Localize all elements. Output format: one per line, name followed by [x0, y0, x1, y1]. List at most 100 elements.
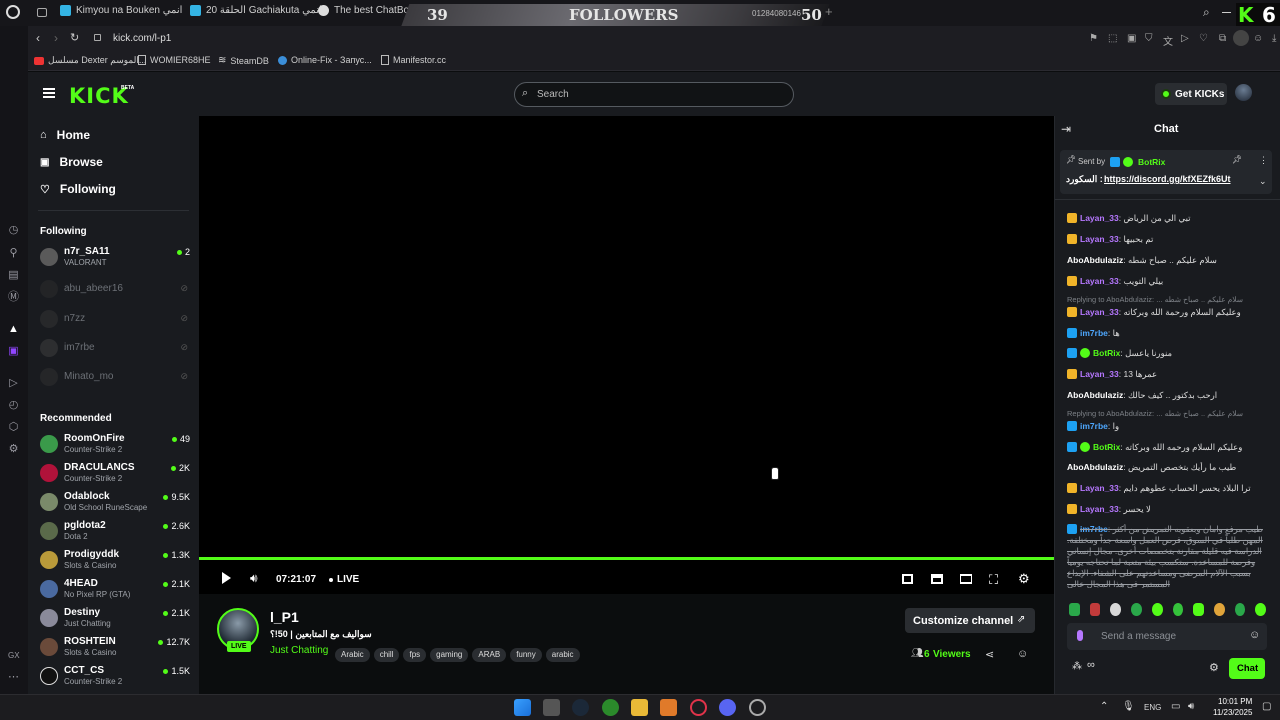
following-channel[interactable]: abu_abeer16 ⊘	[38, 277, 190, 303]
emote-icon[interactable]	[1131, 603, 1142, 616]
ext-icon[interactable]: ☺	[1253, 33, 1263, 44]
bookmark-manifestor[interactable]: Manifestor.cc	[381, 55, 446, 65]
download-icon[interactable]: ⤓	[1272, 33, 1276, 44]
nav-browse[interactable]: ▣ Browse	[40, 155, 103, 169]
bookmarks-icon[interactable]: ▤	[7, 269, 20, 282]
kick-logo[interactable]: KICK	[69, 84, 129, 108]
following-channel[interactable]: n7r_SA11 VALORANT 2	[38, 245, 190, 271]
chat-username[interactable]: Layan_33	[1080, 369, 1119, 379]
following-channel[interactable]: n7zz ⊘	[38, 307, 190, 333]
bookmark-womier[interactable]: WOMIER68HE	[138, 55, 211, 65]
pinned-message[interactable]: 📌︎ Sent by BotRix 📌︎ ⋮ السكورد : https:/…	[1060, 150, 1272, 194]
expand-chevron-icon[interactable]: ⌄	[1259, 176, 1267, 187]
xbox-icon[interactable]	[602, 699, 619, 716]
tab-gachiakuta[interactable]: 20 الحلقة Gachiakuta انمي	[190, 5, 322, 16]
reply-context[interactable]: Replying to AboAbdulaziz: ... سلام عليكم…	[1067, 295, 1243, 304]
chat-username[interactable]: Layan_33	[1080, 234, 1119, 244]
tray-chevron-icon[interactable]: ⌃	[1100, 701, 1108, 712]
emoji-icon[interactable]: ☺	[1249, 629, 1260, 641]
network-icon[interactable]: ▭	[1171, 701, 1180, 712]
mic-icon[interactable]: 🎙︎	[1122, 701, 1135, 712]
search-tabs-icon[interactable]: ⌕	[1203, 5, 1210, 20]
chat-username[interactable]: Layan_33	[1080, 276, 1119, 286]
hamburger-menu-icon[interactable]	[43, 88, 55, 98]
app-icon[interactable]	[660, 699, 677, 716]
recommended-channel[interactable]: ROSHTEIN Slots & Casino 12.7K	[38, 635, 190, 661]
tag[interactable]: fps	[403, 648, 427, 662]
follow-icon[interactable]: ☺	[1017, 648, 1028, 660]
minimize-icon[interactable]	[1222, 12, 1231, 13]
user-avatar[interactable]	[1235, 84, 1252, 101]
send-chat-button[interactable]: Chat	[1229, 658, 1265, 679]
tag[interactable]: ARAB	[472, 648, 507, 662]
chat-username[interactable]: Layan_33	[1080, 483, 1119, 493]
player-icon[interactable]: ▷	[7, 377, 20, 390]
recommended-channel[interactable]: RoomOnFire Counter-Strike 2 49	[38, 432, 190, 458]
emote-icon[interactable]	[1089, 603, 1101, 616]
tag[interactable]: chill	[373, 648, 400, 662]
clock-date[interactable]: 11/23/2025	[1213, 708, 1252, 717]
url-field[interactable]: kick.com/l-p1	[113, 33, 171, 44]
emote-icon[interactable]	[1172, 603, 1184, 616]
tag[interactable]: funny	[510, 648, 542, 662]
emote-icon[interactable]	[1234, 603, 1246, 616]
clip-icon[interactable]	[902, 574, 913, 584]
emote-icon[interactable]	[1255, 603, 1267, 616]
pinned-more-icon[interactable]: ⋮	[1259, 155, 1268, 166]
kick-app-icon[interactable]: ▲	[7, 323, 20, 336]
new-tab-icon[interactable]: +	[825, 4, 833, 19]
microphone-icon[interactable]	[1077, 630, 1083, 641]
recommended-channel[interactable]: CCT_CS Counter-Strike 2 1.5K	[38, 664, 190, 690]
nav-home[interactable]: ⌂ Home	[40, 128, 90, 142]
chat-settings-icon[interactable]: ⚙	[1209, 661, 1219, 674]
play-icon[interactable]: ▷	[1181, 33, 1189, 44]
video-player[interactable]	[199, 116, 1054, 594]
bookmark-dexter[interactable]: مسلسل Dexter الموسم...	[34, 55, 146, 66]
extensions-icon[interactable]: ⚲	[7, 247, 20, 260]
chat-username[interactable]: BotRix	[1093, 442, 1120, 452]
store-icon[interactable]	[543, 699, 560, 716]
opera-gx-icon[interactable]	[690, 699, 707, 716]
recommended-channel[interactable]: Destiny Just Chatting 2.1K	[38, 606, 190, 632]
pinned-link[interactable]: https://discord.gg/kfXEZfk6Ut	[1104, 174, 1244, 184]
twitch-icon[interactable]: ▣	[7, 345, 20, 358]
shield-icon[interactable]: ⛉	[1145, 33, 1153, 44]
theater-icon[interactable]	[960, 574, 972, 584]
kicks-icon[interactable]: ⁂	[1072, 661, 1082, 672]
puzzle-icon[interactable]: ⧉	[1219, 33, 1226, 44]
forward-icon[interactable]: ›	[54, 31, 58, 45]
play-icon[interactable]	[222, 572, 231, 584]
notifications-icon[interactable]: ▢	[1262, 701, 1271, 712]
stream-category[interactable]: Just Chatting	[270, 645, 328, 656]
chat-username[interactable]: Layan_33	[1080, 504, 1119, 514]
chat-username[interactable]: Layan_33	[1080, 307, 1119, 317]
progress-bar[interactable]	[199, 557, 1054, 560]
emote-icon[interactable]	[1193, 603, 1204, 616]
overlay-app-icon[interactable]	[749, 699, 766, 716]
following-channel[interactable]: im7rbe ⊘	[38, 336, 190, 362]
cube-icon[interactable]: ⬡	[7, 421, 20, 434]
pin-toggle-icon[interactable]: 📌︎	[1232, 155, 1242, 164]
bookmark-onlinefix[interactable]: Online-Fix - Запус...	[278, 55, 372, 65]
chat-username[interactable]: BotRix	[1093, 348, 1120, 358]
miniplayer-icon[interactable]	[931, 574, 943, 584]
tag[interactable]: Arabic	[335, 648, 370, 662]
steam-icon[interactable]	[572, 699, 589, 716]
volume-icon[interactable]: 🔊︎	[1188, 701, 1194, 712]
share-icon[interactable]: ⋖	[985, 648, 994, 661]
chat-username[interactable]: AboAbdulaziz	[1067, 390, 1123, 400]
volume-icon[interactable]: 🔊︎	[250, 571, 258, 586]
emote-icon[interactable]	[1069, 603, 1080, 616]
tab-chatbot[interactable]: The best ChatBot	[318, 5, 412, 16]
more-icon[interactable]: ⋯	[7, 671, 20, 684]
back-icon[interactable]: ‹	[36, 31, 40, 45]
get-kicks-button[interactable]: Get KICKs	[1155, 83, 1227, 105]
opera-logo-icon[interactable]	[6, 5, 20, 19]
snapshot-icon[interactable]: ⬚	[1108, 33, 1117, 44]
emote-icon[interactable]	[1151, 603, 1163, 616]
tag[interactable]: arabic	[545, 648, 580, 662]
bookmark-page-icon[interactable]: ⚑	[1089, 33, 1098, 44]
recommended-channel[interactable]: pgldota2 Dota 2 2.6K	[38, 519, 190, 545]
heart-icon[interactable]: ♡	[1199, 33, 1208, 44]
clock-time[interactable]: 10:01 PM	[1218, 697, 1252, 706]
